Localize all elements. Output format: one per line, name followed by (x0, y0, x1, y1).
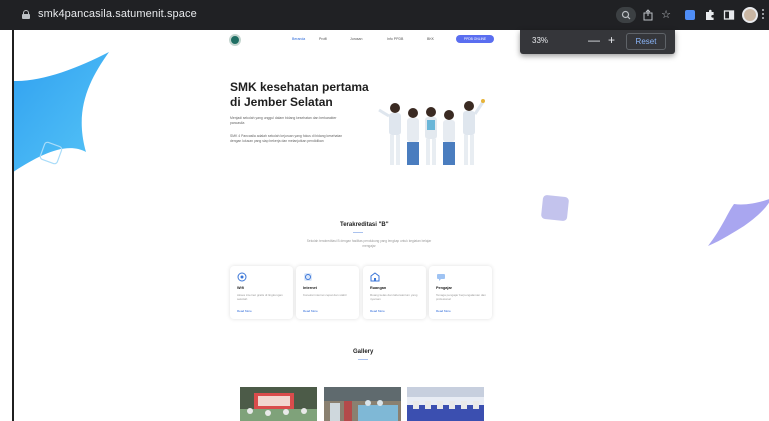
card-title: Wifi (237, 286, 244, 290)
share-icon[interactable] (641, 8, 655, 22)
zoom-popup: 33% — + Reset (520, 30, 675, 54)
nav-bkk[interactable]: BKK (427, 37, 434, 41)
nav-profil[interactable]: Profil (319, 37, 327, 41)
feature-card-wifi[interactable]: Wifi Akses internet gratis di lingkungan… (230, 266, 293, 319)
zoom-reset-button[interactable]: Reset (626, 33, 666, 50)
accreditation-divider (353, 232, 363, 233)
nav-jurusan[interactable]: Jurusan (350, 37, 362, 41)
students-illustration (378, 99, 485, 165)
feature-card-ruangan[interactable]: Ruangan Ruang kelas dan laboratorium yan… (363, 266, 426, 319)
zoom-level: 33% (532, 36, 549, 45)
feature-card-internet[interactable]: Internet Koneksi internet cepat dan stab… (296, 266, 359, 319)
sidepanel-icon[interactable] (722, 8, 736, 22)
star-icon[interactable]: ☆ (659, 8, 673, 22)
nav-beranda[interactable]: Beranda (292, 37, 305, 41)
accreditation-description: Sekolah terakreditasi B dengan fasilitas… (306, 239, 432, 248)
gallery-photo-2[interactable] (324, 387, 401, 421)
decorative-blob-right (708, 199, 769, 246)
lock-icon[interactable] (22, 10, 30, 19)
puzzle-icon[interactable] (703, 8, 717, 22)
hero-title: SMK kesehatan pertama di Jember Selatan (230, 80, 369, 109)
profile-avatar[interactable] (742, 7, 758, 23)
card-read-more-link[interactable]: Read More (237, 309, 252, 313)
globe-icon (304, 273, 312, 281)
hero-paragraph-2: SMK 4 Pancasila adalah sekolah kejuruan … (230, 134, 343, 143)
zoom-in-button[interactable]: + (608, 33, 615, 47)
wifi-icon (237, 272, 247, 282)
gallery-title: Gallery (353, 349, 374, 355)
card-description: Koneksi internet cepat dan stabil (303, 293, 347, 297)
ppdb-online-button[interactable]: PPDB ONLINE (456, 35, 494, 43)
site-logo[interactable] (229, 34, 241, 46)
card-title: Ruangan (370, 286, 387, 290)
address-bar[interactable]: smk4pancasila.satumenit.space (38, 8, 197, 20)
card-read-more-link[interactable]: Read More (370, 309, 385, 313)
page-viewport: Beranda Profil Jurusan Info PPDB BKK PPD… (12, 30, 769, 421)
zoom-icon[interactable] (616, 7, 636, 23)
gallery-photo-1[interactable] (240, 387, 317, 421)
card-title: Pengajar (436, 286, 453, 290)
building-icon (370, 272, 380, 282)
card-title: Internet (303, 286, 317, 290)
card-description: Tenaga pengajar berpengalaman dan profes… (436, 293, 486, 301)
card-description: Ruang kelas dan laboratorium yang nyaman (370, 293, 418, 301)
browser-toolbar: smk4pancasila.satumenit.space ☆ (0, 0, 769, 30)
card-description: Akses internet gratis di lingkungan seko… (237, 293, 283, 301)
nav-info-ppdb[interactable]: Info PPDB (387, 37, 403, 41)
card-read-more-link[interactable]: Read More (436, 309, 451, 313)
accreditation-title: Terakreditasi "B" (340, 222, 389, 228)
gallery-divider (358, 359, 368, 360)
gallery-photo-3[interactable] (407, 387, 484, 421)
extension-icon[interactable] (685, 10, 695, 20)
decorative-square (540, 194, 570, 222)
menu-icon[interactable] (762, 9, 765, 21)
chat-icon (437, 274, 445, 281)
zoom-out-button[interactable]: — (588, 33, 600, 47)
feature-card-pengajar[interactable]: Pengajar Tenaga pengajar berpengalaman d… (429, 266, 492, 319)
hero-paragraph-1: Menjadi sekolah yang unggul dalam bidang… (230, 116, 337, 125)
decorative-blob-left (14, 52, 109, 172)
card-read-more-link[interactable]: Read More (303, 309, 318, 313)
